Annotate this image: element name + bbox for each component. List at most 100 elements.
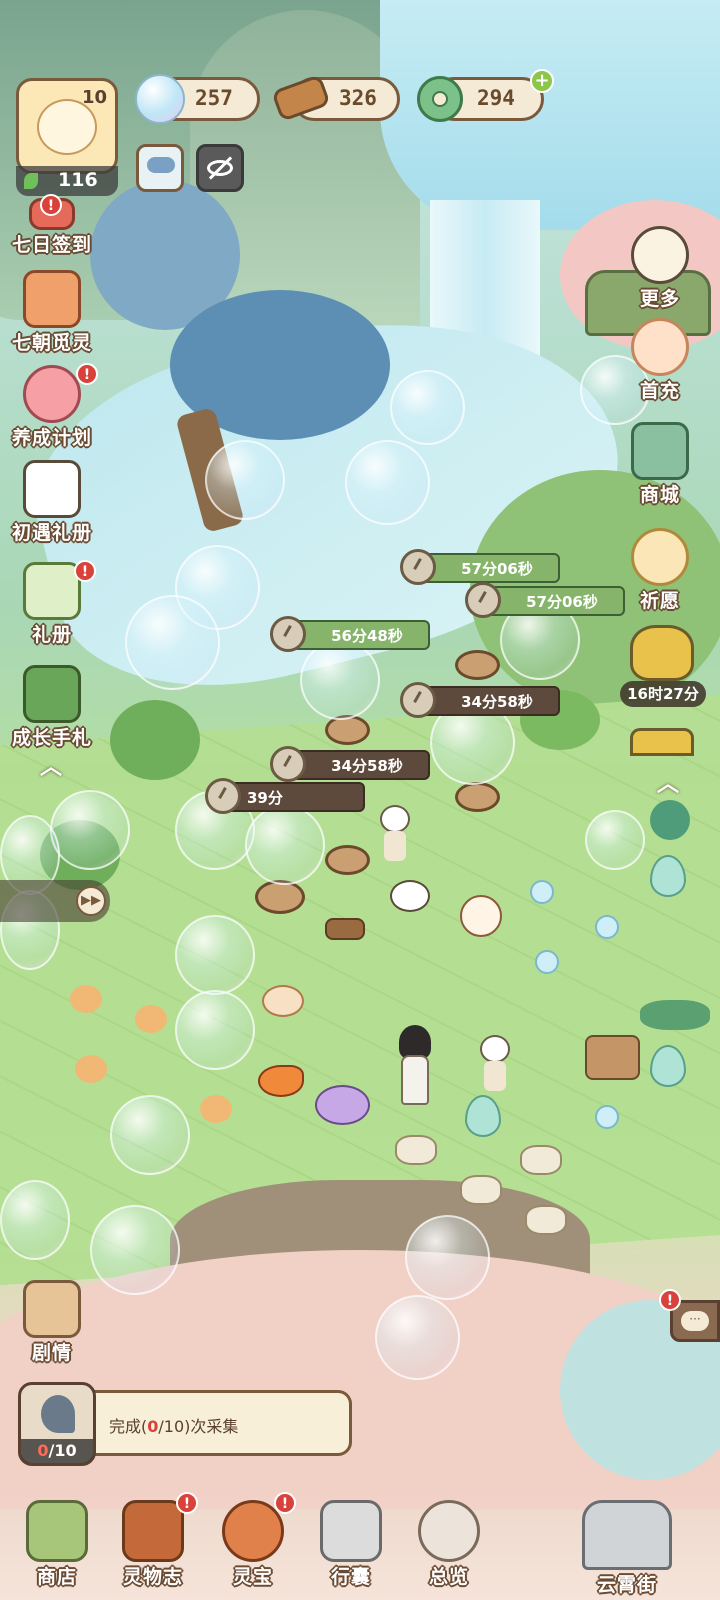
collect-bubble[interactable] — [245, 805, 325, 885]
notification-badge: ! — [176, 1492, 198, 1514]
pearl[interactable] — [595, 915, 619, 939]
pearl[interactable] — [535, 950, 559, 974]
nav-spirit-treasure[interactable]: ! 灵宝 — [208, 1492, 298, 1589]
harvest-timer[interactable]: 56分48秒 — [270, 616, 430, 652]
wood-log[interactable] — [325, 918, 365, 940]
lucky-bag-event[interactable]: 16时27分 — [620, 625, 706, 715]
story-button[interactable]: 剧情 — [4, 1280, 100, 1365]
harvest-timer[interactable]: 34分58秒 — [400, 682, 560, 718]
stamina-display[interactable]: 116 — [16, 166, 118, 196]
tree-stump[interactable] — [455, 650, 500, 680]
nav-label: 行囊 — [330, 1566, 371, 1588]
menu-first-meeting-gift[interactable]: 初遇礼册 — [4, 460, 100, 545]
water-drop-spirit[interactable] — [650, 1045, 686, 1087]
small-tree[interactable] — [110, 700, 200, 780]
collect-bubble[interactable] — [0, 1180, 70, 1260]
nav-shop[interactable]: 商店 — [12, 1500, 102, 1589]
collect-bubble[interactable] — [345, 440, 430, 525]
timer-text: 57分06秒 — [461, 560, 533, 578]
coin-resource[interactable]: 294 — [417, 76, 544, 122]
menu-seek-spirit[interactable]: 七朝觅灵 — [4, 270, 100, 355]
calico-cat[interactable] — [460, 895, 502, 937]
collapse-right-menu-icon[interactable]: ︿ — [655, 774, 681, 796]
task-icon[interactable]: 0/10 — [18, 1382, 96, 1466]
pearl-clam[interactable] — [460, 1175, 502, 1205]
menu-mall[interactable]: 商城 — [612, 422, 708, 507]
collect-bubble[interactable] — [375, 1295, 460, 1380]
nav-label: 灵宝 — [232, 1566, 273, 1588]
nav-overview[interactable]: 总览 — [404, 1500, 494, 1589]
water-drop-spirit[interactable] — [465, 1095, 501, 1137]
goldfish[interactable] — [258, 1065, 304, 1097]
nav-spirit-codex[interactable]: ! 灵物志 — [108, 1492, 198, 1589]
weather-button[interactable] — [136, 144, 184, 192]
collapse-left-menu-icon[interactable]: ︿ — [38, 757, 64, 779]
nav-cloud-street[interactable]: 云霄街 — [572, 1500, 682, 1597]
collect-bubble[interactable] — [205, 440, 285, 520]
pearl-clam[interactable] — [520, 1145, 562, 1175]
player-avatar[interactable]: 10 — [16, 78, 118, 174]
npc-sheep-girl[interactable] — [378, 805, 412, 865]
fox-critter[interactable] — [75, 1055, 107, 1083]
menu-first-recharge[interactable]: 首充 — [612, 318, 708, 403]
menu-label: 养成计划 — [11, 427, 92, 449]
chat-button[interactable]: ··· ! — [659, 1289, 720, 1342]
progress-current: 0 — [37, 1441, 49, 1460]
tree-stump[interactable] — [325, 715, 370, 745]
pearl[interactable] — [595, 1105, 619, 1129]
stamina-value: 116 — [58, 169, 98, 191]
nav-backpack[interactable]: 行囊 — [306, 1500, 396, 1589]
collect-bubble[interactable] — [125, 595, 220, 690]
menu-seven-day-checkin[interactable]: ! 七日签到 — [4, 194, 100, 257]
collect-bubble[interactable] — [300, 640, 380, 720]
jade-plant[interactable] — [650, 800, 690, 840]
collect-bubble[interactable] — [50, 790, 130, 870]
collect-bubble[interactable] — [585, 810, 645, 870]
coin-count: 294 — [477, 86, 515, 110]
lucky-bag-event-2[interactable] — [630, 728, 694, 756]
harvest-timer[interactable]: 34分58秒 — [270, 746, 430, 782]
backpack-icon — [320, 1500, 382, 1562]
hide-ui-button[interactable] — [196, 144, 244, 192]
tree-stump[interactable] — [255, 880, 305, 914]
menu-growth-plan[interactable]: ! 养成计划 — [4, 363, 100, 450]
water-drop-spirit[interactable] — [650, 855, 686, 897]
snail-creature[interactable] — [315, 1085, 370, 1125]
harvest-timer[interactable]: 57分06秒 — [465, 582, 625, 618]
pearl[interactable] — [530, 880, 554, 904]
wood-resource[interactable]: 326 — [271, 74, 400, 122]
tree-stump[interactable] — [325, 845, 370, 875]
collect-bubble[interactable] — [90, 1205, 180, 1295]
fast-forward-icon[interactable]: ▶▶ — [76, 886, 106, 916]
collect-bubble[interactable] — [110, 1095, 190, 1175]
menu-growth-notes[interactable]: 成长手札 — [4, 665, 100, 750]
npc-sheep-girl[interactable] — [478, 1035, 512, 1095]
collect-bubble[interactable] — [175, 915, 255, 995]
fox-critter[interactable] — [200, 1095, 232, 1123]
main-character[interactable] — [395, 1025, 435, 1110]
menu-gift-book[interactable]: ! 礼册 — [4, 560, 100, 647]
fox-critter[interactable] — [70, 985, 102, 1013]
jade-plant[interactable] — [640, 1000, 710, 1030]
teapot-icon — [418, 1500, 480, 1562]
menu-wish[interactable]: 祈愿 — [612, 528, 708, 613]
collect-bubble[interactable] — [405, 1215, 490, 1300]
bubble-resource[interactable]: 257 — [135, 74, 260, 124]
codex-book-icon — [122, 1500, 184, 1562]
menu-more[interactable]: 更多 — [612, 226, 708, 311]
pearl-clam[interactable] — [525, 1205, 567, 1235]
collect-bubble[interactable] — [390, 370, 465, 445]
hamster-critter[interactable] — [262, 985, 304, 1017]
queue-panel[interactable]: ▶▶ — [0, 880, 110, 922]
tree-stump[interactable] — [455, 782, 500, 812]
add-coins-button[interactable]: + — [530, 69, 554, 93]
timer-text: 56分48秒 — [331, 627, 403, 645]
collect-bubble[interactable] — [175, 990, 255, 1070]
notification-badge: ! — [76, 363, 98, 385]
pearl-clam[interactable] — [395, 1135, 437, 1165]
calico-cat[interactable] — [390, 880, 430, 912]
harvest-timer[interactable]: 39分 — [205, 778, 365, 814]
wood-pile[interactable] — [585, 1035, 640, 1080]
fox-critter[interactable] — [135, 1005, 167, 1033]
harvest-timer[interactable]: 57分06秒 — [400, 549, 560, 585]
